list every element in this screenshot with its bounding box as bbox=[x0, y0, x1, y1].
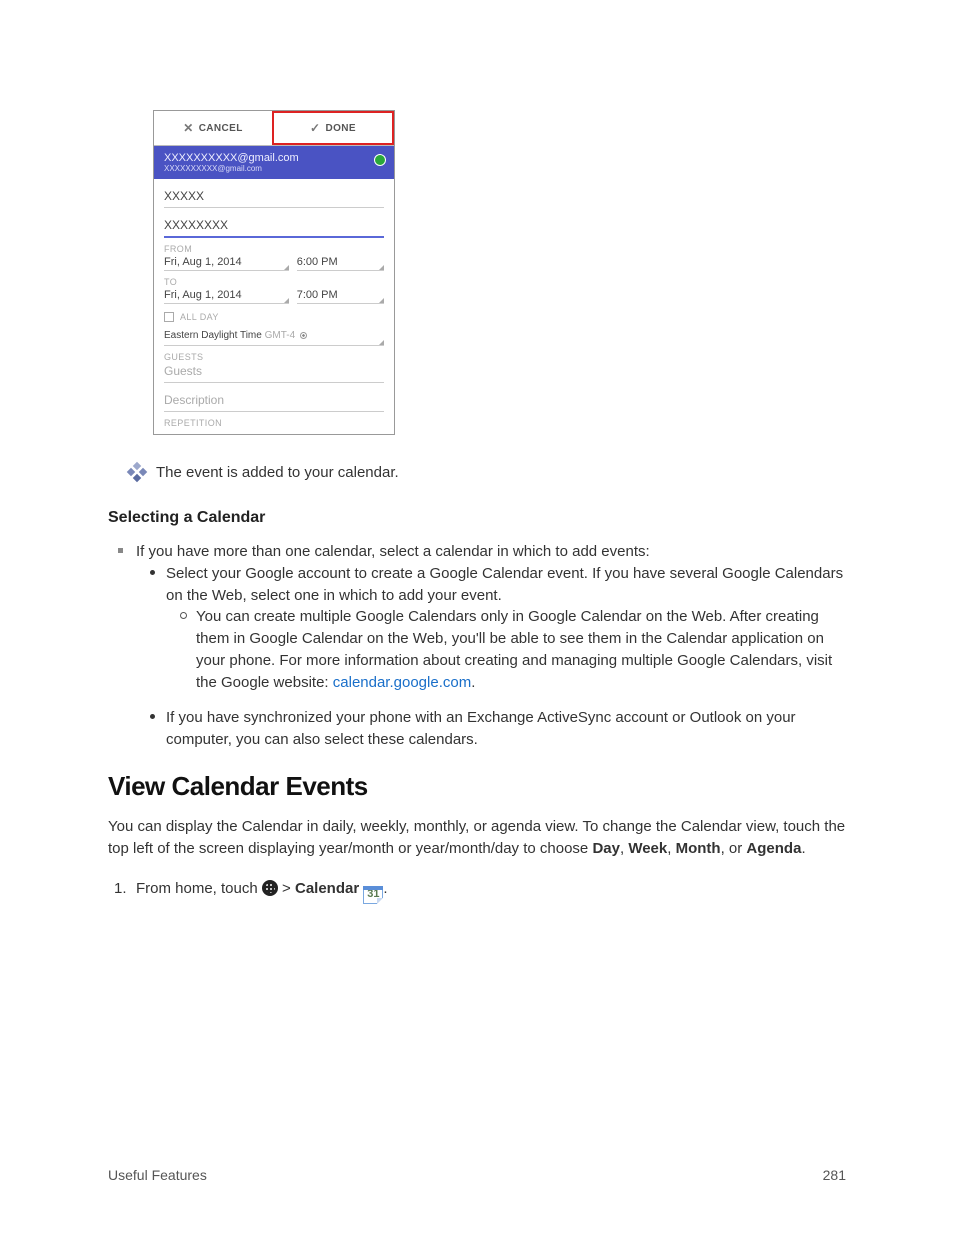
footer-section: Useful Features bbox=[108, 1167, 207, 1183]
step-1: 1. From home, touch > Calendar 31. bbox=[136, 877, 846, 904]
close-icon: ✕ bbox=[183, 121, 193, 135]
select-intro-text: If you have more than one calendar, sele… bbox=[136, 543, 650, 560]
view-paragraph: You can display the Calendar in daily, w… bbox=[108, 816, 846, 861]
dropdown-indicator-icon bbox=[284, 298, 289, 303]
guests-label: GUESTS bbox=[164, 352, 384, 362]
account-email-secondary: XXXXXXXXXX@gmail.com bbox=[164, 164, 384, 173]
timezone-field: Eastern Daylight Time GMT-4 bbox=[164, 326, 384, 346]
repetition-label: REPETITION bbox=[164, 418, 384, 428]
step-number: 1. bbox=[114, 877, 127, 901]
event-title-field: XXXXX bbox=[164, 179, 384, 208]
description-field: Description bbox=[164, 383, 384, 412]
account-header: XXXXXXXXXX@gmail.com XXXXXXXXXX@gmail.co… bbox=[154, 146, 394, 179]
result-bullet: The event is added to your calendar. bbox=[128, 463, 846, 481]
from-label: FROM bbox=[164, 244, 384, 254]
result-text: The event is added to your calendar. bbox=[156, 464, 399, 481]
guests-field: Guests bbox=[164, 362, 384, 383]
event-location-field: XXXXXXXX bbox=[164, 208, 384, 238]
from-time-field: 6:00 PM bbox=[297, 254, 384, 271]
all-day-label: ALL DAY bbox=[180, 312, 219, 322]
result-diamond-icon bbox=[128, 463, 146, 481]
checkbox-icon bbox=[164, 312, 174, 322]
cancel-button: ✕ CANCEL bbox=[154, 111, 272, 145]
globe-icon bbox=[374, 154, 386, 166]
calendar-edit-screenshot: ✕ CANCEL ✓ DONE XXXXXXXXXX@gmail.com XXX… bbox=[153, 110, 395, 435]
list-item-google-sub: You can create multiple Google Calendars… bbox=[196, 606, 846, 693]
check-icon: ✓ bbox=[310, 121, 320, 135]
dropdown-indicator-icon bbox=[379, 265, 384, 270]
footer-page-number: 281 bbox=[823, 1167, 846, 1183]
apps-icon bbox=[262, 880, 278, 896]
to-label: TO bbox=[164, 277, 384, 287]
cancel-label: CANCEL bbox=[199, 123, 243, 134]
account-email-primary: XXXXXXXXXX@gmail.com bbox=[164, 152, 384, 164]
heading-selecting-calendar: Selecting a Calendar bbox=[108, 509, 846, 527]
heading-view-calendar-events: View Calendar Events bbox=[108, 771, 846, 802]
to-time-field: 7:00 PM bbox=[297, 287, 384, 304]
to-date-field: Fri, Aug 1, 2014 bbox=[164, 287, 289, 304]
all-day-checkbox-row: ALL DAY bbox=[164, 304, 384, 326]
calendar-google-link[interactable]: calendar.google.com bbox=[333, 674, 471, 691]
dropdown-indicator-icon bbox=[379, 340, 384, 345]
dropdown-indicator-icon bbox=[379, 298, 384, 303]
list-item: If you have more than one calendar, sele… bbox=[136, 541, 846, 751]
list-item-google: Select your Google account to create a G… bbox=[166, 563, 846, 694]
list-item-exchange: If you have synchronized your phone with… bbox=[166, 707, 846, 751]
radio-icon bbox=[300, 332, 307, 339]
done-button: ✓ DONE bbox=[272, 111, 394, 145]
done-label: DONE bbox=[325, 123, 356, 134]
from-date-field: Fri, Aug 1, 2014 bbox=[164, 254, 289, 271]
calendar-app-icon: 31 bbox=[363, 886, 383, 904]
dropdown-indicator-icon bbox=[284, 265, 289, 270]
